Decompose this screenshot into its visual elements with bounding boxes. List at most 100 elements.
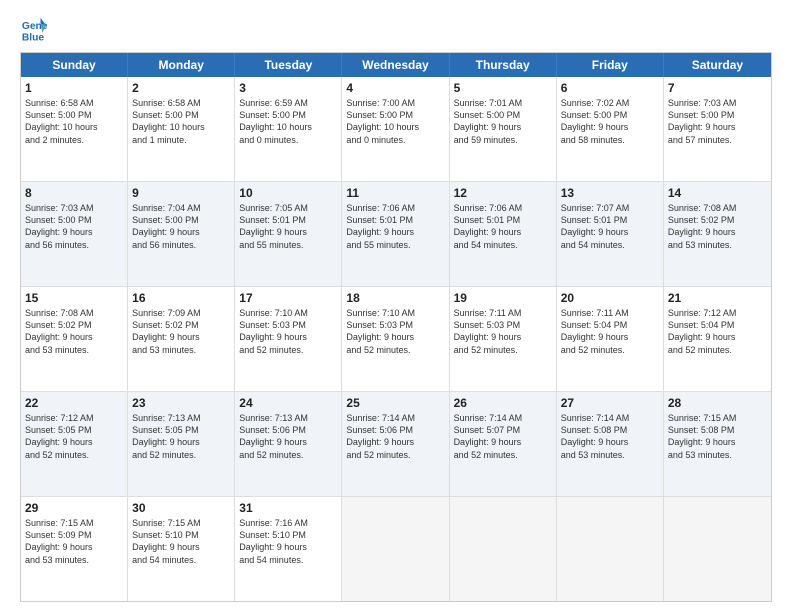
cell-line: Sunrise: 7:12 AM <box>25 412 123 424</box>
cell-line: Sunset: 5:05 PM <box>25 424 123 436</box>
cell-line: Daylight: 10 hours <box>25 121 123 133</box>
day-number: 25 <box>346 395 444 411</box>
calendar-cell-4-5: 26Sunrise: 7:14 AMSunset: 5:07 PMDayligh… <box>450 392 557 496</box>
cell-line: Sunrise: 7:12 AM <box>668 307 767 319</box>
calendar-cell-2-5: 12Sunrise: 7:06 AMSunset: 5:01 PMDayligh… <box>450 182 557 286</box>
cell-line: and 52 minutes. <box>346 449 444 461</box>
cell-line: and 52 minutes. <box>346 344 444 356</box>
calendar-cell-2-3: 10Sunrise: 7:05 AMSunset: 5:01 PMDayligh… <box>235 182 342 286</box>
calendar-row-2: 8Sunrise: 7:03 AMSunset: 5:00 PMDaylight… <box>21 181 771 286</box>
cell-line: Sunset: 5:00 PM <box>132 109 230 121</box>
cell-line: Daylight: 9 hours <box>239 226 337 238</box>
cell-line: and 52 minutes. <box>25 449 123 461</box>
cell-line: Daylight: 9 hours <box>346 436 444 448</box>
cell-line: and 59 minutes. <box>454 134 552 146</box>
day-number: 8 <box>25 185 123 201</box>
calendar-cell-3-5: 19Sunrise: 7:11 AMSunset: 5:03 PMDayligh… <box>450 287 557 391</box>
calendar-cell-3-1: 15Sunrise: 7:08 AMSunset: 5:02 PMDayligh… <box>21 287 128 391</box>
day-number: 29 <box>25 500 123 516</box>
day-number: 21 <box>668 290 767 306</box>
cell-line: Sunrise: 7:10 AM <box>239 307 337 319</box>
cell-line: and 52 minutes. <box>561 344 659 356</box>
cell-line: Sunset: 5:04 PM <box>668 319 767 331</box>
cell-line: Sunset: 5:10 PM <box>239 529 337 541</box>
cell-line: Sunset: 5:06 PM <box>239 424 337 436</box>
cell-line: Sunset: 5:05 PM <box>132 424 230 436</box>
cell-line: Daylight: 9 hours <box>132 226 230 238</box>
day-number: 10 <box>239 185 337 201</box>
cell-line: Sunrise: 7:08 AM <box>25 307 123 319</box>
cell-line: Daylight: 9 hours <box>561 121 659 133</box>
cell-line: and 54 minutes. <box>132 554 230 566</box>
cell-line: Daylight: 9 hours <box>132 541 230 553</box>
cell-line: Daylight: 9 hours <box>454 436 552 448</box>
day-number: 30 <box>132 500 230 516</box>
cell-line: and 52 minutes. <box>454 449 552 461</box>
day-number: 15 <box>25 290 123 306</box>
cell-line: Sunset: 5:00 PM <box>561 109 659 121</box>
day-number: 23 <box>132 395 230 411</box>
day-number: 27 <box>561 395 659 411</box>
calendar-header: SundayMondayTuesdayWednesdayThursdayFrid… <box>21 53 771 77</box>
calendar-cell-1-2: 2Sunrise: 6:58 AMSunset: 5:00 PMDaylight… <box>128 77 235 181</box>
cell-line: and 54 minutes. <box>239 554 337 566</box>
calendar-cell-3-2: 16Sunrise: 7:09 AMSunset: 5:02 PMDayligh… <box>128 287 235 391</box>
cell-line: Daylight: 9 hours <box>239 436 337 448</box>
cell-line: Sunset: 5:10 PM <box>132 529 230 541</box>
day-header-thursday: Thursday <box>450 53 557 77</box>
day-number: 22 <box>25 395 123 411</box>
calendar-cell-2-7: 14Sunrise: 7:08 AMSunset: 5:02 PMDayligh… <box>664 182 771 286</box>
cell-line: and 52 minutes. <box>132 449 230 461</box>
cell-line: Daylight: 9 hours <box>132 331 230 343</box>
cell-line: Daylight: 9 hours <box>561 331 659 343</box>
cell-line: Sunrise: 7:08 AM <box>668 202 767 214</box>
calendar-cell-3-7: 21Sunrise: 7:12 AMSunset: 5:04 PMDayligh… <box>664 287 771 391</box>
day-header-friday: Friday <box>557 53 664 77</box>
cell-line: Daylight: 10 hours <box>346 121 444 133</box>
cell-line: Sunset: 5:04 PM <box>561 319 659 331</box>
calendar-cell-2-1: 8Sunrise: 7:03 AMSunset: 5:00 PMDaylight… <box>21 182 128 286</box>
cell-line: Daylight: 9 hours <box>668 331 767 343</box>
cell-line: Sunrise: 7:04 AM <box>132 202 230 214</box>
day-header-saturday: Saturday <box>664 53 771 77</box>
cell-line: Sunset: 5:03 PM <box>346 319 444 331</box>
calendar-cell-4-3: 24Sunrise: 7:13 AMSunset: 5:06 PMDayligh… <box>235 392 342 496</box>
cell-line: Sunset: 5:03 PM <box>454 319 552 331</box>
cell-line: and 1 minute. <box>132 134 230 146</box>
logo-icon: General Blue <box>20 16 48 44</box>
day-number: 13 <box>561 185 659 201</box>
cell-line: Sunset: 5:07 PM <box>454 424 552 436</box>
cell-line: Sunrise: 7:15 AM <box>25 517 123 529</box>
day-number: 2 <box>132 80 230 96</box>
calendar-cell-1-5: 5Sunrise: 7:01 AMSunset: 5:00 PMDaylight… <box>450 77 557 181</box>
cell-line: Sunrise: 7:06 AM <box>454 202 552 214</box>
cell-line: Sunset: 5:02 PM <box>668 214 767 226</box>
cell-line: Daylight: 9 hours <box>668 121 767 133</box>
calendar-cell-2-6: 13Sunrise: 7:07 AMSunset: 5:01 PMDayligh… <box>557 182 664 286</box>
cell-line: and 55 minutes. <box>346 239 444 251</box>
calendar-cell-4-4: 25Sunrise: 7:14 AMSunset: 5:06 PMDayligh… <box>342 392 449 496</box>
cell-line: and 52 minutes. <box>668 344 767 356</box>
cell-line: Sunrise: 6:58 AM <box>25 97 123 109</box>
cell-line: Sunset: 5:08 PM <box>561 424 659 436</box>
calendar-cell-1-4: 4Sunrise: 7:00 AMSunset: 5:00 PMDaylight… <box>342 77 449 181</box>
cell-line: Sunrise: 7:16 AM <box>239 517 337 529</box>
cell-line: and 54 minutes. <box>454 239 552 251</box>
cell-line: Sunset: 5:01 PM <box>454 214 552 226</box>
day-number: 26 <box>454 395 552 411</box>
day-number: 9 <box>132 185 230 201</box>
cell-line: Daylight: 9 hours <box>454 121 552 133</box>
cell-line: Sunset: 5:06 PM <box>346 424 444 436</box>
calendar-row-1: 1Sunrise: 6:58 AMSunset: 5:00 PMDaylight… <box>21 77 771 181</box>
cell-line: and 57 minutes. <box>668 134 767 146</box>
cell-line: and 53 minutes. <box>561 449 659 461</box>
calendar-cell-1-7: 7Sunrise: 7:03 AMSunset: 5:00 PMDaylight… <box>664 77 771 181</box>
cell-line: Sunrise: 7:09 AM <box>132 307 230 319</box>
cell-line: and 58 minutes. <box>561 134 659 146</box>
day-number: 17 <box>239 290 337 306</box>
cell-line: Daylight: 9 hours <box>25 541 123 553</box>
calendar-cell-5-5 <box>450 497 557 601</box>
cell-line: Sunrise: 7:11 AM <box>454 307 552 319</box>
day-number: 31 <box>239 500 337 516</box>
cell-line: Sunrise: 6:59 AM <box>239 97 337 109</box>
